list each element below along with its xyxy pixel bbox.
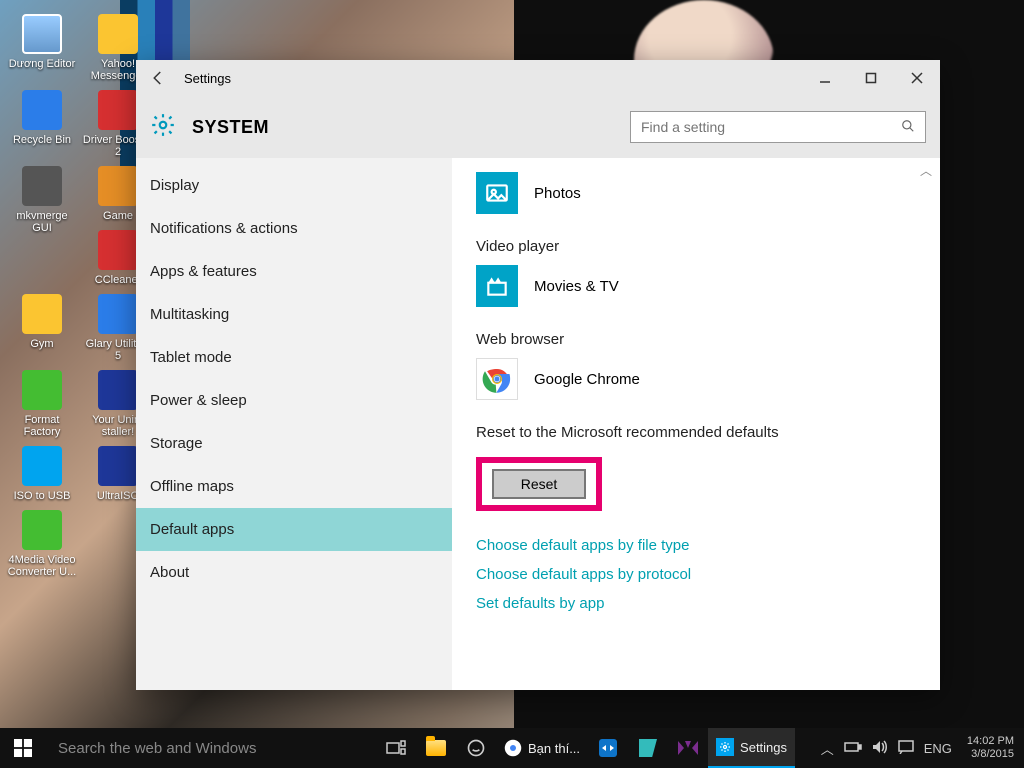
reset-highlight: Reset [476,457,602,511]
link-choose-by-protocol[interactable]: Choose default apps by protocol [476,566,916,583]
reset-button[interactable]: Reset [492,469,586,499]
system-tray: ︿ ENG 14:02 PM 3/8/2015 [816,728,1024,768]
desktop-icon[interactable]: 4Media Video Converter U... [6,510,78,578]
desktop-icon[interactable]: ISO to USB [6,446,78,502]
sidebar-item-about[interactable]: About [136,551,452,594]
clock-date: 3/8/2015 [967,748,1014,761]
icon-image [22,14,62,54]
tray-language[interactable]: ENG [924,741,952,756]
icon-image [98,294,138,334]
icon-label: 4Media Video Converter U... [6,554,78,578]
icon-image [22,294,62,334]
icon-label: Dương Editor [6,58,78,70]
page-title: SYSTEM [192,117,630,138]
icon-image [98,230,138,270]
icon-label: Format Factory [6,414,78,438]
icon-image [98,90,138,130]
taskbar-chrome-label: Bạn thí... [528,741,580,756]
taskbar-settings-label: Settings [740,740,787,755]
photos-icon [476,172,518,214]
photos-label: Photos [534,185,581,202]
search-input[interactable] [641,119,893,135]
taskbar-app-1[interactable] [456,728,496,768]
sidebar-item-tablet-mode[interactable]: Tablet mode [136,336,452,379]
reset-text: Reset to the Microsoft recommended defau… [476,424,916,441]
icon-label: Gym [6,338,78,350]
icon-image [22,90,62,130]
sidebar: DisplayNotifications & actionsApps & fea… [136,158,452,690]
start-button[interactable] [0,728,46,768]
icon-label: mkvmerge GUI [6,210,78,234]
video-section-title: Video player [476,238,916,255]
tray-battery-icon[interactable] [844,741,862,756]
icon-image [98,14,138,54]
taskbar-chrome[interactable]: Bạn thí... [496,728,588,768]
web-section-title: Web browser [476,331,916,348]
taskbar-teamviewer[interactable] [588,728,628,768]
icon-image [22,446,62,486]
link-choose-by-filetype[interactable]: Choose default apps by file type [476,537,916,554]
window-titlebar: Settings [136,60,940,96]
sidebar-item-storage[interactable]: Storage [136,422,452,465]
settings-window: Settings SYSTEM DisplayNotifications & a… [136,60,940,690]
sidebar-item-offline-maps[interactable]: Offline maps [136,465,452,508]
clock-time: 14:02 PM [967,735,1014,748]
search-box[interactable] [630,111,926,143]
chrome-label: Google Chrome [534,371,640,388]
content-pane: ︿ Photos Video player Movies & TV Web br… [452,158,940,690]
icon-image [22,370,62,410]
sidebar-item-notifications-actions[interactable]: Notifications & actions [136,207,452,250]
default-app-photos[interactable]: Photos [476,172,916,214]
icon-image [98,370,138,410]
taskbar-app-3[interactable] [668,728,708,768]
search-icon [901,119,915,136]
desktop-icon[interactable]: Recycle Bin [6,90,78,146]
sidebar-item-default-apps[interactable]: Default apps [136,508,452,551]
settings-header: SYSTEM [136,96,940,158]
icon-image [22,166,62,206]
window-title: Settings [184,71,231,86]
taskbar-search[interactable]: Search the web and Windows [46,728,376,768]
taskbar-app-2[interactable] [628,728,668,768]
default-app-video[interactable]: Movies & TV [476,265,916,307]
back-button[interactable] [146,66,170,90]
icon-image [22,510,62,550]
tray-volume-icon[interactable] [872,740,888,757]
maximize-button[interactable] [848,60,894,96]
close-button[interactable] [894,60,940,96]
movies-label: Movies & TV [534,278,619,295]
task-view-button[interactable] [376,728,416,768]
tray-notifications-icon[interactable] [898,740,914,757]
link-set-defaults-by-app[interactable]: Set defaults by app [476,595,916,612]
gear-icon [150,112,176,143]
sidebar-item-multitasking[interactable]: Multitasking [136,293,452,336]
icon-image [98,166,138,206]
desktop-icon[interactable]: Dương Editor [6,14,78,70]
default-app-browser[interactable]: Google Chrome [476,358,916,400]
icon-label: Recycle Bin [6,134,78,146]
taskbar-settings[interactable]: Settings [708,728,795,768]
tray-chevron-up-icon[interactable]: ︿ [821,739,834,758]
desktop-icon[interactable]: mkvmerge GUI [6,166,78,234]
settings-taskbar-icon [716,738,734,756]
minimize-button[interactable] [802,60,848,96]
scroll-up-icon[interactable]: ︿ [920,162,932,179]
sidebar-item-power-sleep[interactable]: Power & sleep [136,379,452,422]
desktop-icon[interactable]: Format Factory [6,370,78,438]
desktop-icon[interactable]: Gym [6,294,78,350]
sidebar-item-apps-features[interactable]: Apps & features [136,250,452,293]
chrome-icon [476,358,518,400]
taskbar: Search the web and Windows Bạn thí... Se… [0,728,1024,768]
sidebar-item-display[interactable]: Display [136,164,452,207]
taskbar-clock[interactable]: 14:02 PM 3/8/2015 [957,735,1024,761]
icon-label: ISO to USB [6,490,78,502]
movies-icon [476,265,518,307]
taskbar-file-explorer[interactable] [416,728,456,768]
icon-image [98,446,138,486]
